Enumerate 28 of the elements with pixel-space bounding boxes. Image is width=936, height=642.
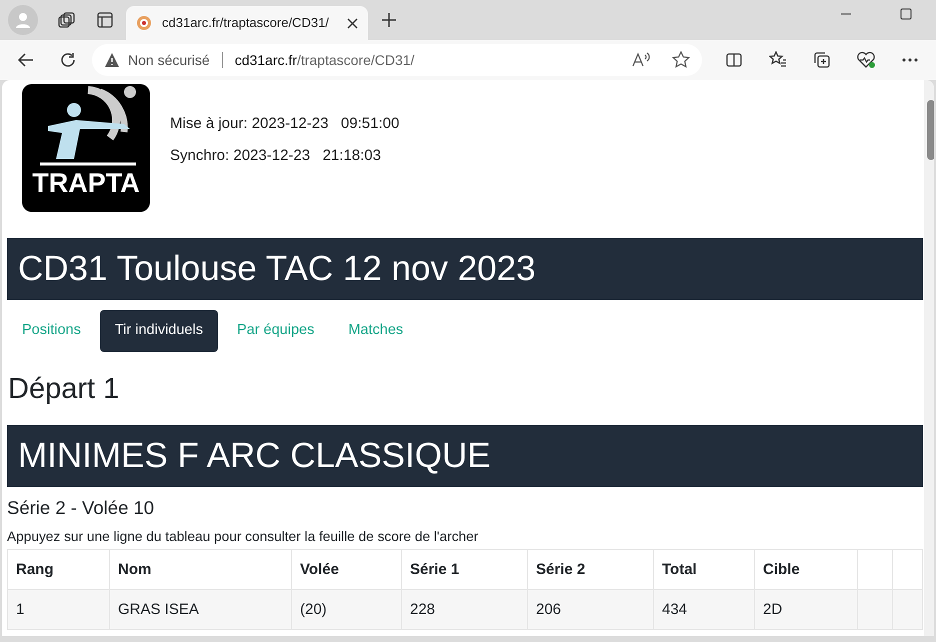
- nav-tab[interactable]: Tir individuels: [100, 310, 218, 352]
- column-header: Rang: [8, 550, 110, 590]
- logo-text: TRAPTA: [32, 170, 140, 197]
- table-cell: 228: [402, 590, 528, 630]
- address-bar[interactable]: Non sécurisé cd31arc.fr/traptascore/CD31/: [92, 44, 702, 76]
- scrollbar[interactable]: [924, 80, 934, 636]
- event-title: CD31 Toulouse TAC 12 nov 2023: [7, 238, 923, 300]
- series-heading: Série 2 - Volée 10: [7, 496, 156, 519]
- url-text[interactable]: cd31arc.fr/traptascore/CD31/: [234, 50, 624, 70]
- column-header: Nom: [110, 550, 292, 590]
- security-label[interactable]: Non sécurisé: [128, 50, 210, 70]
- site-favicon-icon: [136, 15, 152, 31]
- warning-icon: [104, 52, 120, 68]
- table-cell: 434: [654, 590, 754, 630]
- browser-tab[interactable]: cd31arc.fr/traptascore/CD31/: [126, 6, 368, 40]
- close-tab-icon[interactable]: [347, 18, 358, 28]
- table-cell: GRAS ISEA: [110, 590, 292, 630]
- update-info: Synchro: 2023-12-23 21:18:03: [170, 146, 382, 166]
- table-cell: (20): [292, 590, 402, 630]
- table-cell: 206: [528, 590, 654, 630]
- hint-text: Appuyez sur une ligne du tableau pour consulter la feuille de score de l'archer: [7, 528, 480, 546]
- section-heading: Départ 1: [8, 372, 120, 407]
- category-title: MINIMES F ARC CLASSIQUE: [7, 424, 923, 487]
- update-info: Mise à jour: 2023-12-23 09:51:00: [170, 114, 400, 134]
- favorite-star-icon[interactable]: [672, 51, 690, 69]
- read-aloud-icon[interactable]: [632, 52, 650, 68]
- table-cell: 1: [8, 590, 110, 630]
- table-cell: 2D: [754, 590, 858, 630]
